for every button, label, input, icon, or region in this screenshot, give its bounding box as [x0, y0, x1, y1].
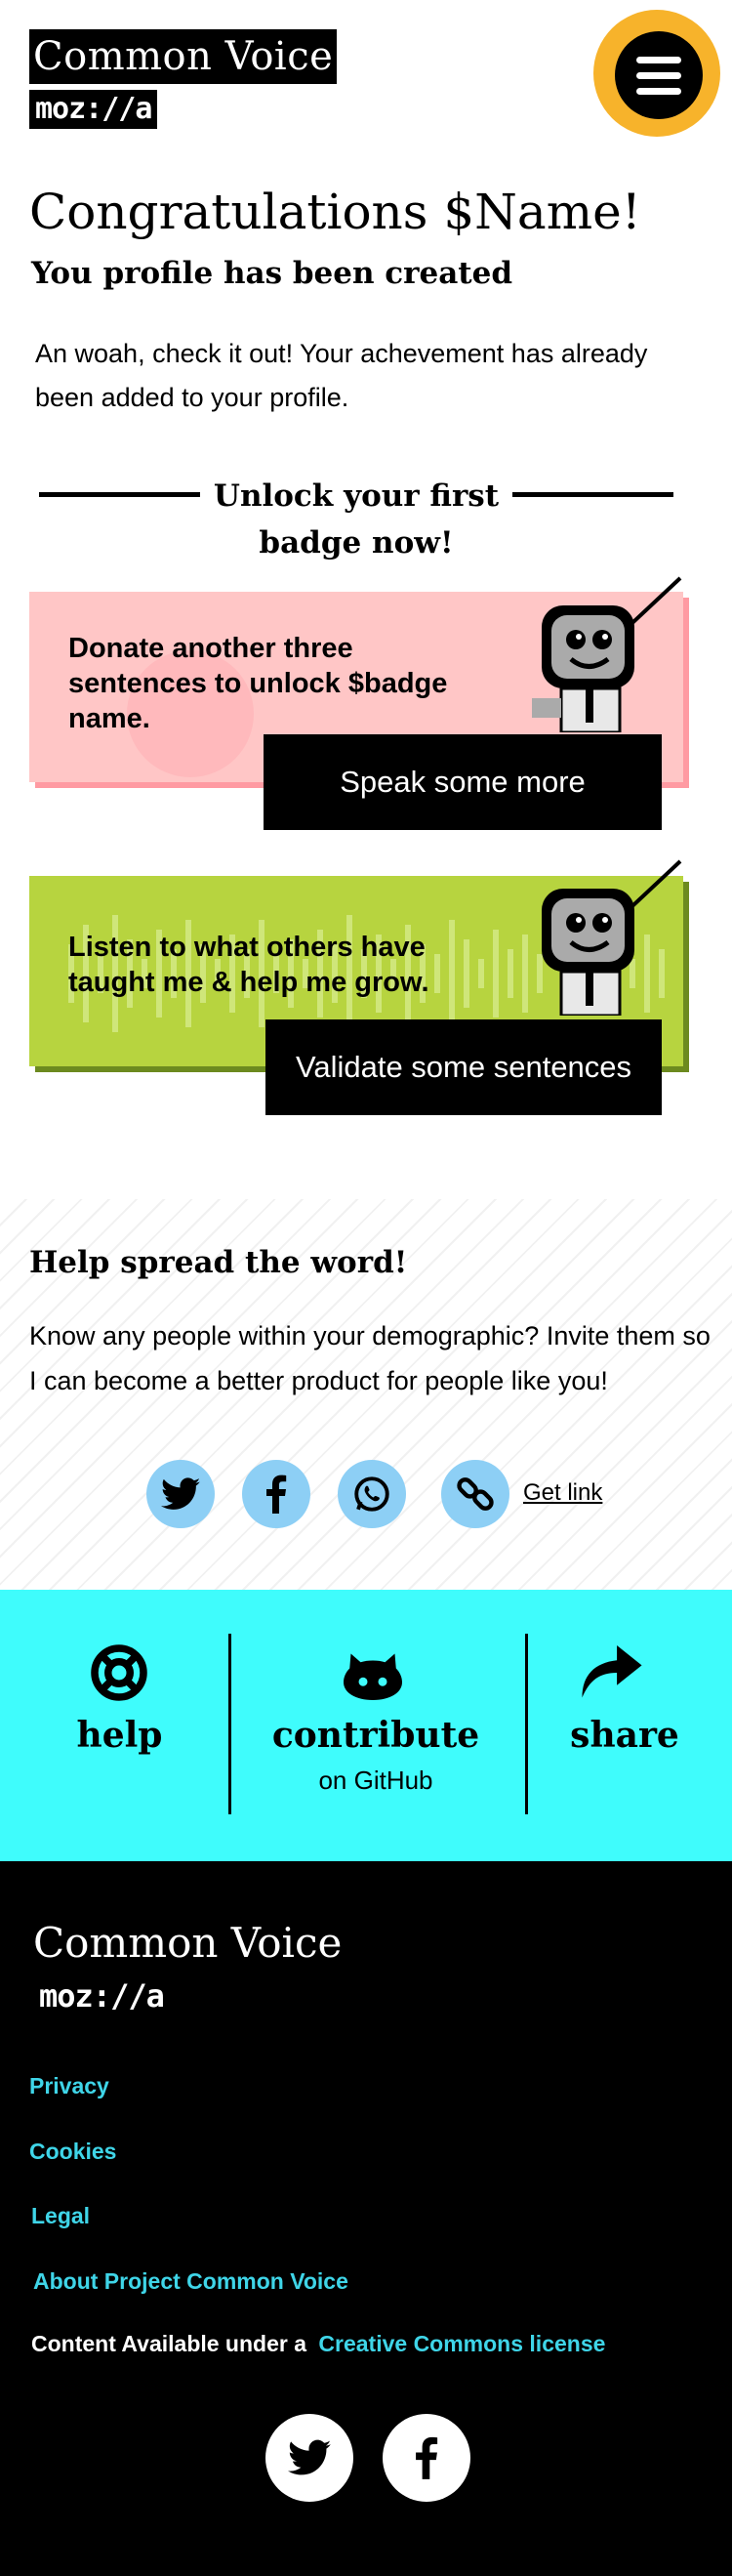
divider — [228, 1634, 231, 1814]
hamburger-menu-icon[interactable] — [615, 31, 703, 119]
robot-icon — [542, 859, 682, 1016]
contribute-link[interactable]: contribute — [264, 1715, 488, 1756]
mozilla-logo[interactable]: moz://a — [29, 90, 158, 129]
footer — [0, 1861, 732, 2576]
creative-commons-link[interactable]: Creative Commons license — [318, 2331, 605, 2356]
footer-logo-common-voice[interactable]: Common Voice — [33, 1919, 342, 1967]
get-link[interactable]: Get link — [523, 1479, 602, 1507]
link-icon[interactable] — [441, 1460, 509, 1528]
footer-mozilla-logo[interactable]: moz://a — [39, 1977, 165, 2015]
footer-link-cookies[interactable]: Cookies — [29, 2139, 116, 2165]
twitter-icon[interactable] — [146, 1460, 215, 1528]
whatsapp-icon[interactable] — [338, 1460, 406, 1528]
share-arrow-icon[interactable] — [582, 1645, 642, 1700]
footer-link-privacy[interactable]: Privacy — [29, 2073, 109, 2099]
help-link[interactable]: help — [39, 1715, 200, 1756]
spread-heading: Help spread the word! — [29, 1245, 408, 1280]
footer-link-legal[interactable]: Legal — [31, 2203, 90, 2229]
spread-text: Know any people within your demographic?… — [29, 1321, 711, 1395]
validate-sentences-button[interactable]: Validate some sentences — [265, 1019, 662, 1115]
unlock-badge-heading: Unlock your first badge now! — [213, 478, 500, 561]
robot-icon — [532, 576, 682, 732]
divider-right — [512, 492, 673, 497]
lifebuoy-icon[interactable] — [90, 1643, 148, 1702]
speak-card-text: Donate another three sentences to unlock… — [68, 633, 448, 734]
divider-left — [39, 492, 200, 497]
listen-card-text: Listen to what others have taught me & h… — [68, 932, 429, 998]
page-title: Congratulations $Name! — [29, 184, 641, 240]
share-link[interactable]: share — [551, 1715, 698, 1756]
license-prefix: Content Available under a — [31, 2331, 307, 2356]
speak-some-more-button[interactable]: Speak some more — [264, 734, 662, 830]
github-icon[interactable] — [344, 1650, 402, 1701]
footer-facebook-icon[interactable] — [383, 2414, 470, 2502]
footer-link-about[interactable]: About Project Common Voice — [33, 2268, 348, 2295]
divider — [525, 1634, 528, 1814]
facebook-icon[interactable] — [242, 1460, 310, 1528]
intro-text: An woah, check it out! Your achevement h… — [35, 339, 648, 412]
contribute-subtext: on GitHub — [318, 1766, 433, 1795]
page-subtitle: You profile has been created — [31, 256, 513, 291]
footer-twitter-icon[interactable] — [265, 2414, 353, 2502]
logo-common-voice[interactable]: Common Voice — [29, 29, 338, 84]
footer-license-text: Content Available under a Creative Commo… — [31, 2331, 605, 2357]
